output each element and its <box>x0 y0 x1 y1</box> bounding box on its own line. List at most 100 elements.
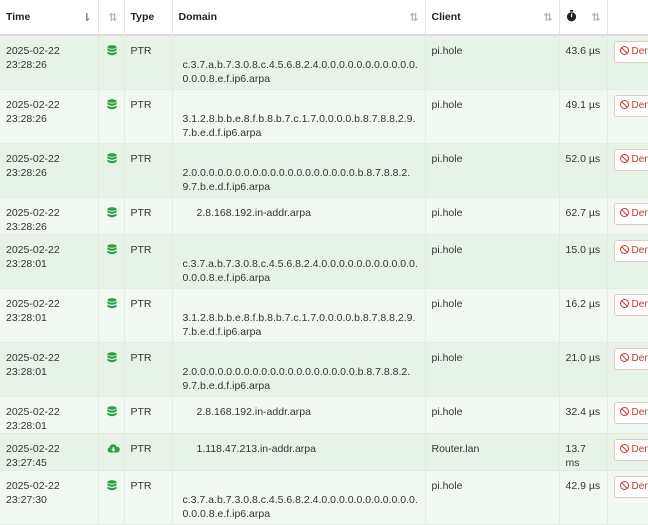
status-cell <box>98 433 124 470</box>
deny-button[interactable]: Deny <box>614 203 648 225</box>
client-cell: pi.hole <box>425 342 559 396</box>
database-icon <box>107 480 117 496</box>
database-icon <box>107 298 117 314</box>
status-cell <box>98 470 124 524</box>
reply-time-cell: 43.6 µs <box>559 35 607 89</box>
sort-icon[interactable]: ⇅ <box>543 11 552 24</box>
status-cell <box>98 288 124 342</box>
query-type: PTR <box>131 471 166 493</box>
domain-cell: 3.1.2.8.b.b.e.8.f.b.8.b.7.c.1.7.0.0.0.0.… <box>172 288 425 342</box>
reply-time: 52.0 µs <box>566 144 601 166</box>
database-icon <box>107 406 117 422</box>
sort-icon[interactable]: ⇅ <box>591 11 600 24</box>
query-client[interactable]: Router.lan <box>432 434 553 456</box>
column-header-label: Type <box>131 11 155 23</box>
client-cell: pi.hole <box>425 143 559 197</box>
table-row[interactable]: 2025-02-22 23:28:26 PTR 2.8.168.192.in-add… <box>0 197 648 234</box>
query-type: PTR <box>131 235 166 257</box>
deny-label: Deny <box>632 353 648 364</box>
column-header-domain[interactable]: Domain ⇅ <box>172 0 425 35</box>
domain-cell: c.3.7.a.b.7.3.0.8.c.4.5.6.8.2.4.0.0.0.0.… <box>172 470 425 524</box>
reply-time: 42.9 µs <box>566 471 601 493</box>
time-cell: 2025-02-22 23:27:30 <box>0 470 98 524</box>
column-header-status[interactable]: ⇅ <box>98 0 124 35</box>
reply-time: 62.7 µs <box>566 198 601 220</box>
column-header-client[interactable]: Client ⇅ <box>425 0 559 35</box>
query-client[interactable]: pi.hole <box>432 289 553 311</box>
reply-time-cell: 49.1 µs <box>559 89 607 143</box>
query-domain[interactable]: 2.0.0.0.0.0.0.0.0.0.0.0.0.0.0.0.0.0.0.0.… <box>179 343 419 393</box>
deny-button[interactable]: Deny <box>614 149 648 171</box>
query-client[interactable]: pi.hole <box>432 471 553 493</box>
deny-button[interactable]: Deny <box>614 41 648 63</box>
domain-cell: 2.0.0.0.0.0.0.0.0.0.0.0.0.0.0.0.0.0.0.0.… <box>172 342 425 396</box>
table-row[interactable]: 2025-02-22 23:28:01 PTR c.3.7.a.b.7.3.0.8.… <box>0 234 648 288</box>
query-domain[interactable]: 2.8.168.192.in-addr.arpa <box>179 198 419 220</box>
column-header-type[interactable]: Type <box>124 0 172 35</box>
action-cell: Deny <box>607 143 648 197</box>
deny-button[interactable]: Deny <box>614 294 648 316</box>
table-row[interactable]: 2025-02-22 23:28:01 PTR3.1.2.8.b.b.e.8.f.… <box>0 288 648 342</box>
query-domain[interactable]: 2.8.168.192.in-addr.arpa <box>179 397 419 419</box>
query-domain[interactable]: 3.1.2.8.b.b.e.8.f.b.8.b.7.c.1.7.0.0.0.0.… <box>179 90 419 140</box>
deny-label: Deny <box>632 444 648 455</box>
status-cell <box>98 197 124 234</box>
time-cell: 2025-02-22 23:28:26 <box>0 89 98 143</box>
stopwatch-icon <box>566 13 577 25</box>
domain-cell: 1.118.47.213.in-addr.arpa <box>172 433 425 470</box>
query-domain[interactable]: 3.1.2.8.b.b.e.8.f.b.8.b.7.c.1.7.0.0.0.0.… <box>179 289 419 339</box>
query-time: 2025-02-22 23:28:26 <box>6 198 92 234</box>
table-row[interactable]: 2025-02-22 23:28:26PTR2.0.0.0.0.0.0.0.0.… <box>0 143 648 197</box>
query-domain[interactable]: c.3.7.a.b.7.3.0.8.c.4.5.6.8.2.4.0.0.0.0.… <box>179 36 419 86</box>
reply-time-cell: 13.7 ms <box>559 433 607 470</box>
table-row[interactable]: 2025-02-22 23:28:26 PTR c.3.7.a.b.7.3.0.8.… <box>0 35 648 89</box>
query-domain[interactable]: 1.118.47.213.in-addr.arpa <box>179 434 419 456</box>
column-header-reply-time[interactable]: ⇅ <box>559 0 607 35</box>
sort-icon[interactable]: ⇅ <box>108 11 117 24</box>
query-time: 2025-02-22 23:28:01 <box>6 235 92 271</box>
type-cell: PTR <box>124 288 172 342</box>
domain-cell: 2.0.0.0.0.0.0.0.0.0.0.0.0.0.0.0.0.0.0.0.… <box>172 143 425 197</box>
ban-icon <box>620 353 629 362</box>
table-row[interactable]: 2025-02-22 23:28:26 PTR3.1.2.8.b.b.e.8.f.… <box>0 89 648 143</box>
query-domain[interactable]: 2.0.0.0.0.0.0.0.0.0.0.0.0.0.0.0.0.0.0.0.… <box>179 144 419 194</box>
table-row[interactable]: 2025-02-22 23:27:45PTR1.118.47.213.in-ad… <box>0 433 648 470</box>
table-row[interactable]: 2025-02-22 23:28:01PTR2.0.0.0.0.0.0.0.0.… <box>0 342 648 396</box>
deny-button[interactable]: Deny <box>614 95 648 117</box>
query-client[interactable]: pi.hole <box>432 198 553 220</box>
domain-cell: c.3.7.a.b.7.3.0.8.c.4.5.6.8.2.4.0.0.0.0.… <box>172 35 425 89</box>
deny-button[interactable]: Deny <box>614 348 648 370</box>
deny-button[interactable]: Deny <box>614 240 648 262</box>
sort-icon[interactable]: ⇅ <box>409 11 418 24</box>
query-client[interactable]: pi.hole <box>432 144 553 166</box>
query-client[interactable]: pi.hole <box>432 397 553 419</box>
ban-icon <box>620 299 629 308</box>
table-row[interactable]: 2025-02-22 23:28:01PTR2.8.168.192.in-add… <box>0 396 648 433</box>
table-row[interactable]: 2025-02-22 23:27:30 PTR c.3.7.a.b.7.3.0.8.… <box>0 470 648 524</box>
action-cell: Deny <box>607 288 648 342</box>
reply-time: 13.7 ms <box>566 434 601 470</box>
query-time: 2025-02-22 23:28:26 <box>6 36 92 72</box>
ban-icon <box>620 245 629 254</box>
type-cell: PTR <box>124 234 172 288</box>
query-domain[interactable]: c.3.7.a.b.7.3.0.8.c.4.5.6.8.2.4.0.0.0.0.… <box>179 471 419 521</box>
column-header-time[interactable]: Time ⇂ <box>0 0 98 35</box>
time-cell: 2025-02-22 23:27:45 <box>0 433 98 470</box>
deny-button[interactable]: Deny <box>614 476 648 498</box>
sort-desc-icon[interactable]: ⇂ <box>82 11 91 24</box>
query-client[interactable]: pi.hole <box>432 343 553 365</box>
time-cell: 2025-02-22 23:28:01 <box>0 288 98 342</box>
query-type: PTR <box>131 198 166 220</box>
query-type: PTR <box>131 36 166 58</box>
reply-time: 21.0 µs <box>566 343 601 365</box>
type-cell: PTR <box>124 89 172 143</box>
client-cell: pi.hole <box>425 288 559 342</box>
query-domain[interactable]: c.3.7.a.b.7.3.0.8.c.4.5.6.8.2.4.0.0.0.0.… <box>179 235 419 285</box>
query-client[interactable]: pi.hole <box>432 36 553 58</box>
status-cell <box>98 342 124 396</box>
query-client[interactable]: pi.hole <box>432 90 553 112</box>
deny-button[interactable]: Deny <box>614 439 648 461</box>
action-cell: Deny <box>607 433 648 470</box>
query-client[interactable]: pi.hole <box>432 235 553 257</box>
deny-button[interactable]: Deny <box>614 402 648 424</box>
